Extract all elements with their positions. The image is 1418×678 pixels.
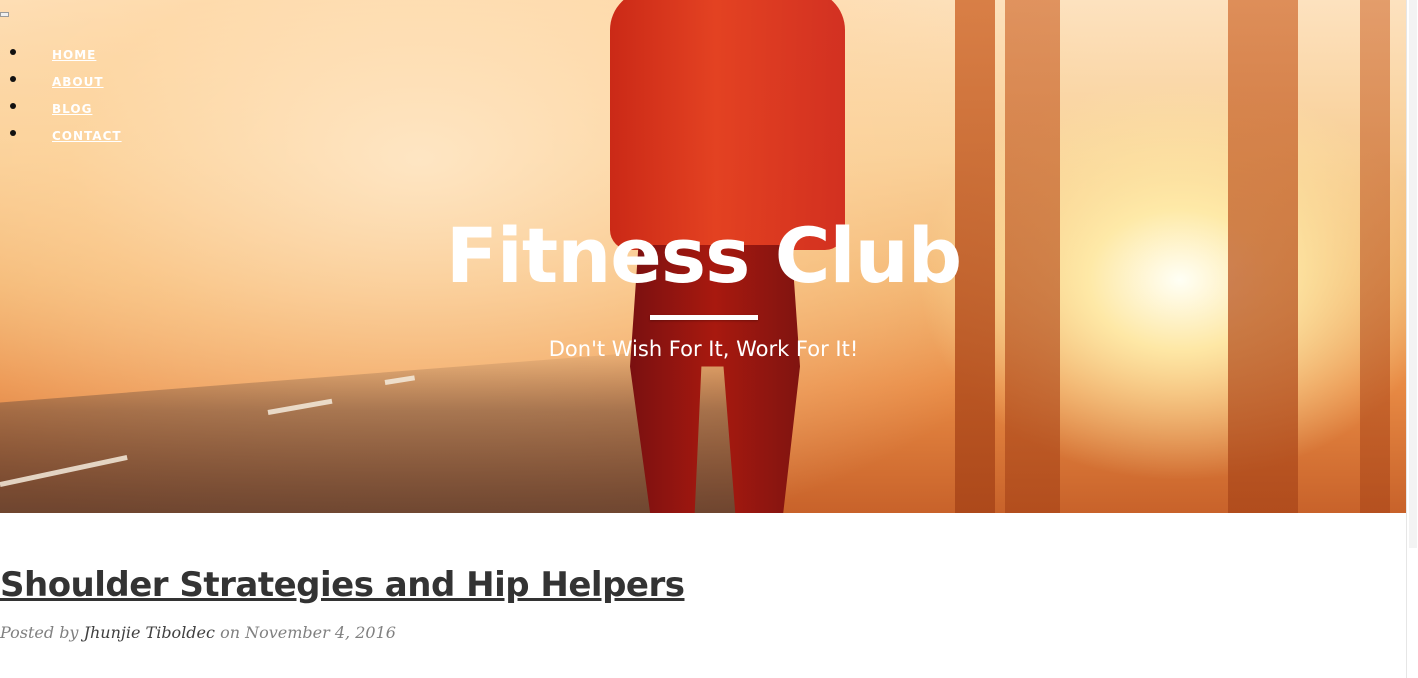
site-tagline: Don't Wish For It, Work For It!	[548, 337, 859, 361]
nav-link-home[interactable]: HOME	[52, 48, 96, 62]
nav-item-contact: CONTACT	[10, 125, 122, 152]
author-link[interactable]: Jhunjie Tiboldec	[84, 623, 215, 642]
posted-by-label: Posted by	[0, 623, 79, 642]
bullet-icon	[10, 76, 16, 82]
post-meta: Posted by Jhunjie Tiboldec on November 4…	[0, 623, 684, 642]
nav-link-contact[interactable]: CONTACT	[52, 129, 122, 143]
site-title: Fitness Club	[445, 210, 962, 300]
title-divider	[650, 315, 758, 320]
post-date: November 4, 2016	[245, 623, 396, 642]
bullet-icon	[10, 103, 16, 109]
date-prefix-label: on	[220, 623, 241, 642]
nav-link-about[interactable]: ABOUT	[52, 75, 104, 89]
nav-link-blog[interactable]: BLOG	[52, 102, 92, 116]
bullet-icon	[10, 130, 16, 136]
hero-header: HOME ABOUT BLOG CONTACT Fitness Club Don…	[0, 0, 1407, 513]
post-preview: Shoulder Strategies and Hip Helpers Post…	[0, 565, 685, 642]
nav-item-home: HOME	[10, 44, 122, 71]
scrollbar[interactable]	[1406, 0, 1418, 678]
main-nav: HOME ABOUT BLOG CONTACT	[0, 44, 122, 152]
menu-toggle-button[interactable]	[0, 12, 9, 17]
post-title-link[interactable]: Shoulder Strategies and Hip Helpers	[0, 565, 685, 605]
nav-item-blog: BLOG	[10, 98, 122, 125]
bullet-icon	[10, 49, 16, 55]
scrollbar-thumb[interactable]	[1409, 0, 1417, 548]
nav-item-about: ABOUT	[10, 71, 122, 98]
page: HOME ABOUT BLOG CONTACT Fitness Club Don…	[0, 0, 1418, 678]
